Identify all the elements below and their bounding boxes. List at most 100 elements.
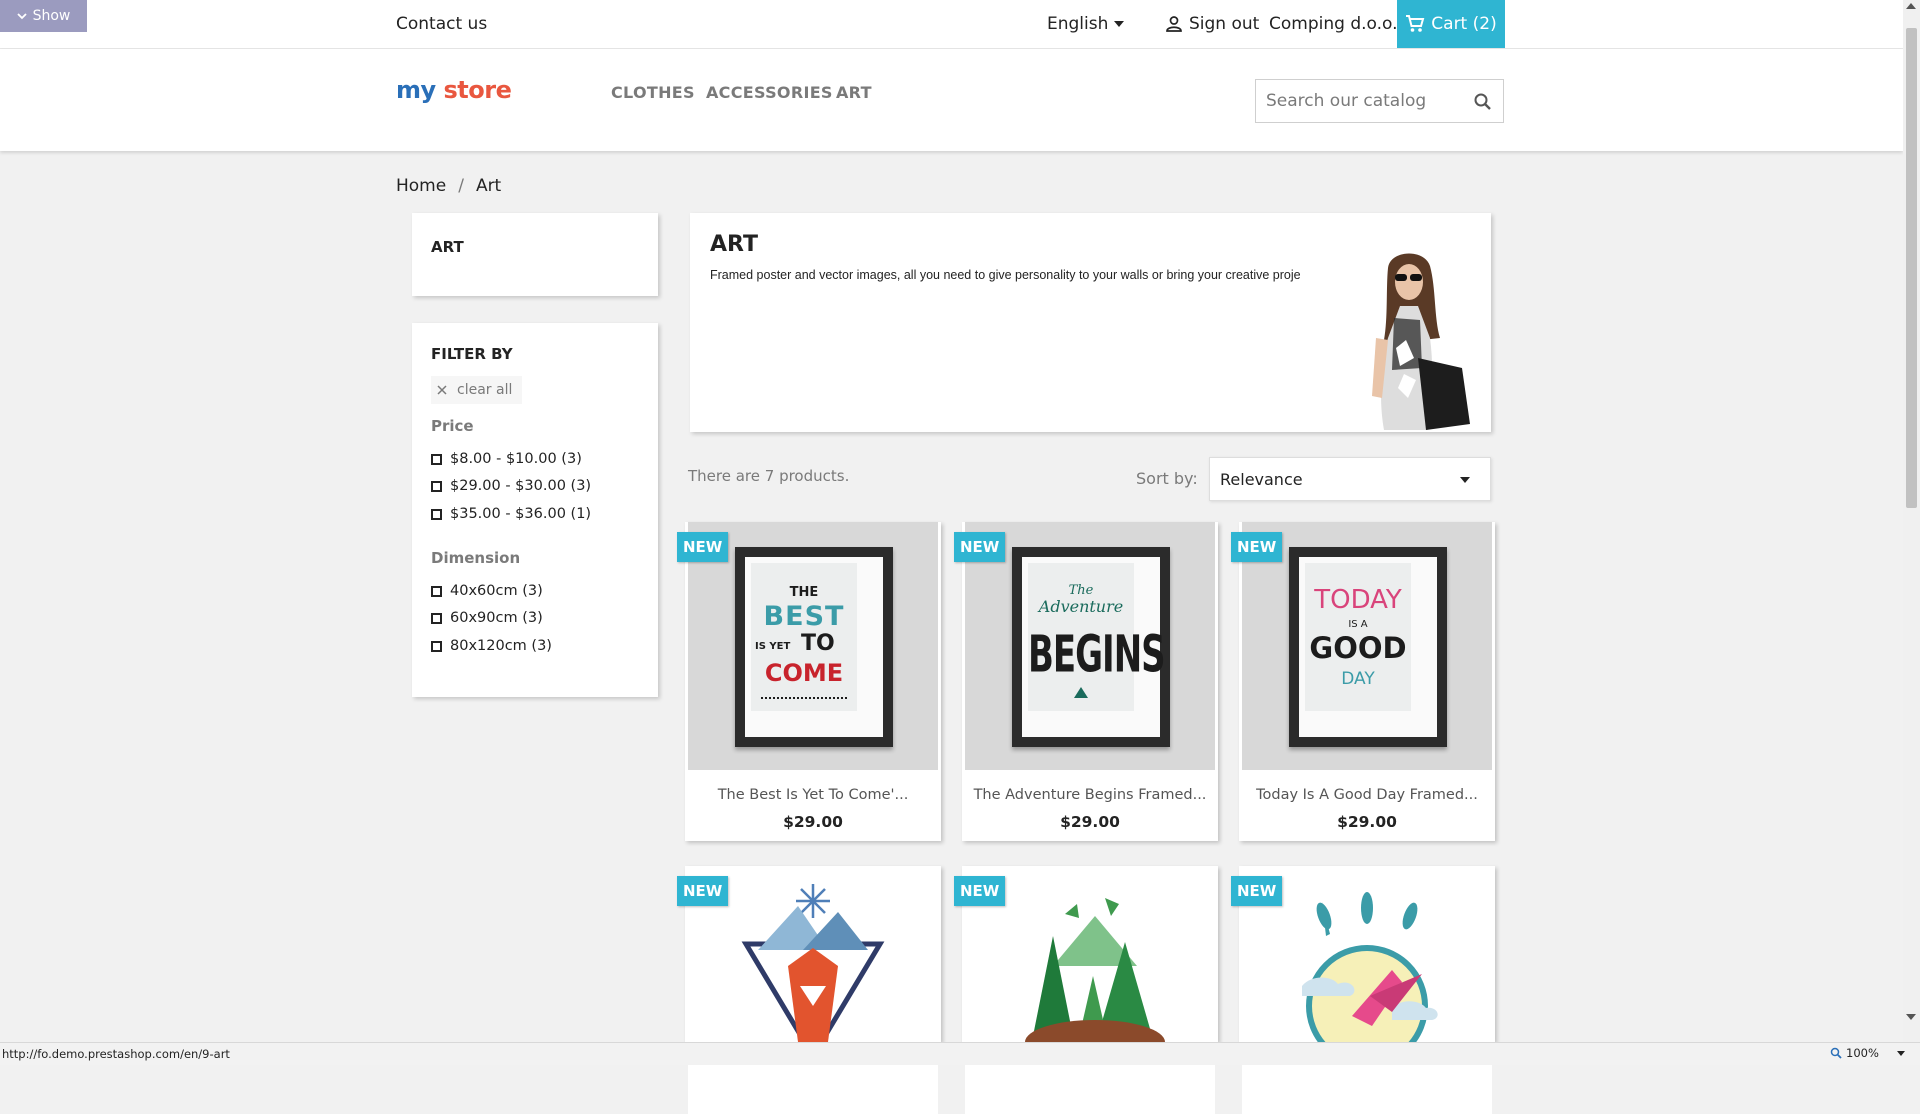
search-input[interactable] xyxy=(1256,80,1468,122)
product-card[interactable]: NEW xyxy=(1231,866,1495,1114)
logo-text-store: store xyxy=(443,76,512,104)
new-badge: NEW xyxy=(954,876,1006,906)
sort-value: Relevance xyxy=(1220,469,1303,489)
product-price: $29.00 xyxy=(1060,813,1120,831)
poster-text: DAY xyxy=(1341,669,1375,689)
category-description: Framed poster and vector images, all you… xyxy=(710,268,1301,282)
breadcrumb-separator: / xyxy=(458,176,464,196)
sort-by-label: Sort by: xyxy=(1136,469,1198,488)
product-card[interactable]: NEW xyxy=(954,866,1218,1114)
user-icon xyxy=(1166,16,1182,32)
zoom-level: 100% xyxy=(1846,1046,1879,1060)
account-name-link[interactable]: Comping d.o.o. xyxy=(1269,14,1398,34)
poster-text: TODAY xyxy=(1314,585,1402,615)
filter-by-title: FILTER BY xyxy=(431,345,513,363)
facet-option-label: 60x90cm (3) xyxy=(450,610,543,626)
scrollbar-thumb[interactable] xyxy=(1906,28,1917,508)
new-badge: NEW xyxy=(677,876,729,906)
caret-down-icon xyxy=(1896,1050,1905,1056)
product-card[interactable]: THE BEST IS YET TO COME NEW The Best Is … xyxy=(677,522,941,841)
checkbox[interactable] xyxy=(431,453,442,465)
product-name[interactable]: Today Is A Good Day Framed... xyxy=(1239,787,1495,803)
top-bar xyxy=(0,0,1903,49)
contact-us-link[interactable]: Contact us xyxy=(396,14,487,34)
show-toggle-button[interactable]: Show xyxy=(0,0,87,32)
product-card[interactable]: The Adventure BEGINS NEW The Adventure B… xyxy=(954,522,1218,841)
facet-option-label: $29.00 - $30.00 (3) xyxy=(450,478,592,494)
facet-price-option[interactable]: $8.00 - $10.00 (3) xyxy=(431,451,582,467)
caret-down-icon xyxy=(1460,477,1470,483)
checkbox[interactable] xyxy=(431,508,442,520)
facet-price-option[interactable]: $35.00 - $36.00 (1) xyxy=(431,506,591,522)
new-badge: NEW xyxy=(1231,532,1283,562)
language-label: English xyxy=(1047,14,1109,34)
language-selector[interactable]: English xyxy=(1047,14,1125,34)
sign-out-link[interactable]: Sign out xyxy=(1165,14,1259,34)
zoom-control[interactable]: 100% xyxy=(1830,1046,1905,1060)
status-url: http://fo.demo.prestashop.com/en/9-art xyxy=(2,1047,230,1061)
poster-text: IS YET xyxy=(755,641,791,652)
poster-text: IS A xyxy=(1348,619,1368,630)
poster-text: COME xyxy=(764,659,844,687)
caret-down-icon xyxy=(1114,21,1125,27)
breadcrumb-home[interactable]: Home xyxy=(396,176,446,196)
checkbox[interactable] xyxy=(431,612,442,624)
new-badge: NEW xyxy=(954,532,1006,562)
category-banner-image xyxy=(1372,253,1470,430)
category-tree-title[interactable]: ART xyxy=(431,238,464,256)
facet-option-label: $8.00 - $10.00 (3) xyxy=(450,451,582,467)
poster-decoration xyxy=(761,697,847,703)
poster-frame: THE BEST IS YET TO COME xyxy=(735,547,893,747)
product-price: $29.00 xyxy=(1337,813,1397,831)
menu-item-art[interactable]: ART xyxy=(836,83,872,102)
product-name[interactable]: The Adventure Begins Framed... xyxy=(962,787,1218,803)
menu-item-accessories[interactable]: ACCESSORIES xyxy=(706,83,833,102)
facet-option-label: 80x120cm (3) xyxy=(450,638,552,654)
clear-all-button[interactable]: clear all xyxy=(431,376,522,404)
product-card[interactable]: NEW xyxy=(677,866,941,1114)
poster-art: The Adventure BEGINS xyxy=(1028,563,1166,711)
checkbox[interactable] xyxy=(431,585,442,597)
checkbox[interactable] xyxy=(431,640,442,652)
search-box xyxy=(1255,79,1504,123)
cart-button[interactable]: Cart (2) xyxy=(1397,0,1505,48)
poster-text: Adventure xyxy=(1038,597,1124,616)
poster-text: THE xyxy=(789,585,819,600)
tent-icon xyxy=(1074,687,1088,698)
poster-text: BEGINS xyxy=(1028,625,1166,685)
show-label: Show xyxy=(32,8,71,24)
cart-label: Cart (2) xyxy=(1431,14,1497,34)
chevron-down-icon xyxy=(16,13,27,20)
facet-dimension-option[interactable]: 40x60cm (3) xyxy=(431,583,543,599)
scroll-down-icon[interactable] xyxy=(1906,1014,1916,1020)
facet-dimension-option[interactable]: 60x90cm (3) xyxy=(431,610,543,626)
facet-option-label: $35.00 - $36.00 (1) xyxy=(450,506,592,522)
product-price: $29.00 xyxy=(783,813,843,831)
sign-out-label: Sign out xyxy=(1189,14,1260,34)
logo-text-my: my xyxy=(396,76,436,104)
category-title: ART xyxy=(710,232,758,257)
browser-status-bar: http://fo.demo.prestashop.com/en/9-art 1… xyxy=(0,1042,1920,1065)
poster-frame: TODAY IS A GOOD DAY xyxy=(1289,547,1447,747)
header-bar xyxy=(0,49,1903,151)
facet-price-option[interactable]: $29.00 - $30.00 (3) xyxy=(431,478,591,494)
product-name[interactable]: The Best Is Yet To Come'... xyxy=(685,787,941,803)
poster-text: BEST xyxy=(763,601,845,632)
poster-text: TO xyxy=(801,631,835,656)
scroll-up-icon[interactable] xyxy=(1906,3,1916,9)
store-logo[interactable]: my store xyxy=(396,76,512,104)
sort-dropdown[interactable]: Relevance xyxy=(1209,457,1491,501)
product-card[interactable]: TODAY IS A GOOD DAY NEW Today Is A Good … xyxy=(1231,522,1495,841)
checkbox[interactable] xyxy=(431,480,442,492)
facet-dimension-option[interactable]: 80x120cm (3) xyxy=(431,638,552,654)
breadcrumb: Home / Art xyxy=(396,176,501,196)
cart-icon xyxy=(1406,15,1425,32)
search-icon[interactable] xyxy=(1473,92,1493,112)
breadcrumb-art[interactable]: Art xyxy=(476,176,501,196)
menu-item-clothes[interactable]: CLOTHES xyxy=(611,83,695,102)
poster-art: TODAY IS A GOOD DAY xyxy=(1305,563,1411,711)
facet-title-price: Price xyxy=(431,417,474,435)
facet-option-label: 40x60cm (3) xyxy=(450,583,543,599)
poster-frame: The Adventure BEGINS xyxy=(1012,547,1170,747)
new-badge: NEW xyxy=(1231,876,1283,906)
